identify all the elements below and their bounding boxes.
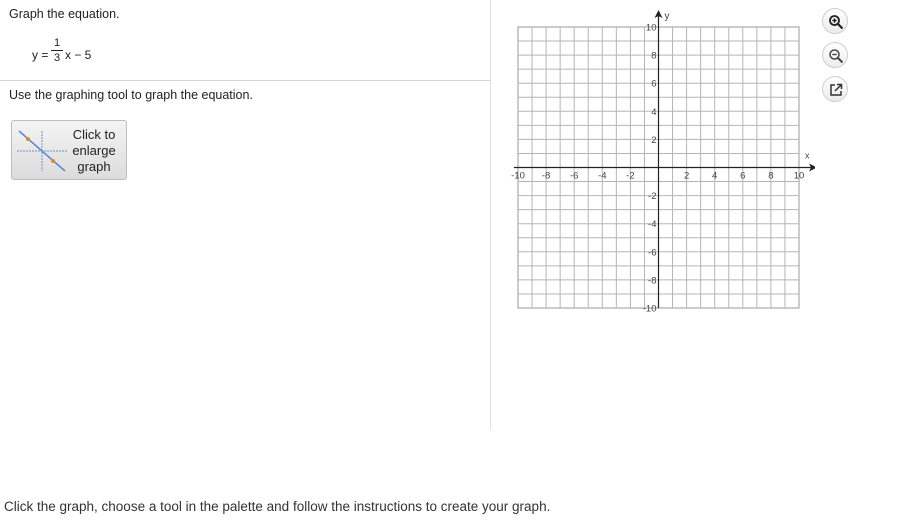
panel-divider — [490, 0, 491, 430]
x-tick-label: 6 — [740, 171, 745, 182]
x-tick-label: 10 — [794, 171, 805, 182]
question-prompt: Graph the equation. — [9, 7, 120, 21]
x-tick-label: -10 — [511, 171, 525, 182]
x-tick-label: -6 — [570, 171, 578, 182]
x-tick-label: 4 — [712, 171, 717, 182]
zoom-in-button[interactable] — [822, 8, 848, 34]
x-tick-label: 2 — [684, 171, 689, 182]
enlarge-label-line3: graph — [77, 159, 111, 174]
enlarge-graph-button[interactable]: Click to enlarge graph — [11, 120, 127, 180]
equation-rhs: x − 5 — [65, 48, 92, 62]
graph-thumbnail-icon — [17, 130, 67, 172]
section-divider — [0, 80, 490, 81]
y-tick-label: -2 — [648, 191, 656, 202]
graph-canvas[interactable]: x y -10 -8 -6 -4 -2 2 4 6 8 10 10 8 6 4 2 -2 -4 -6 -8 -10 — [505, 8, 815, 320]
y-tick-label: -10 — [643, 304, 657, 315]
popout-button[interactable] — [822, 76, 848, 102]
equation: y = 1 3 x − 5 — [32, 37, 112, 71]
instructions-text: Use the graphing tool to graph the equat… — [9, 88, 253, 102]
x-tick-label: -4 — [598, 171, 606, 182]
fraction-bar — [51, 50, 63, 51]
x-tick-label: -8 — [542, 171, 550, 182]
equation-lhs: y = — [32, 48, 49, 62]
fraction-denominator: 3 — [53, 52, 61, 64]
y-tick-label: -8 — [648, 275, 656, 286]
y-tick-label: -4 — [648, 219, 656, 230]
popout-icon — [830, 83, 843, 96]
zoom-out-button[interactable] — [822, 42, 848, 68]
enlarge-label-line2: enlarge — [72, 143, 116, 158]
y-tick-label: 6 — [651, 79, 656, 90]
equation-fraction: 1 3 — [51, 37, 63, 64]
y-tick-label: 10 — [646, 23, 657, 34]
y-axis-label: y — [665, 11, 670, 22]
y-tick-label: 4 — [651, 107, 656, 118]
y-tick-label: 2 — [651, 135, 656, 146]
zoom-in-icon — [829, 15, 844, 30]
x-axis-label: x — [805, 151, 810, 161]
zoom-out-icon — [829, 49, 844, 64]
fraction-numerator: 1 — [53, 37, 61, 49]
enlarge-label-line1: Click to — [72, 127, 116, 142]
x-tick-label: -2 — [626, 171, 634, 182]
y-tick-label: 8 — [651, 51, 656, 62]
enlarge-button-label: Click to enlarge graph — [68, 127, 120, 175]
x-tick-label: 8 — [768, 171, 773, 182]
y-tick-label: -6 — [648, 247, 656, 258]
footer-instructions: Click the graph, choose a tool in the pa… — [4, 499, 551, 514]
